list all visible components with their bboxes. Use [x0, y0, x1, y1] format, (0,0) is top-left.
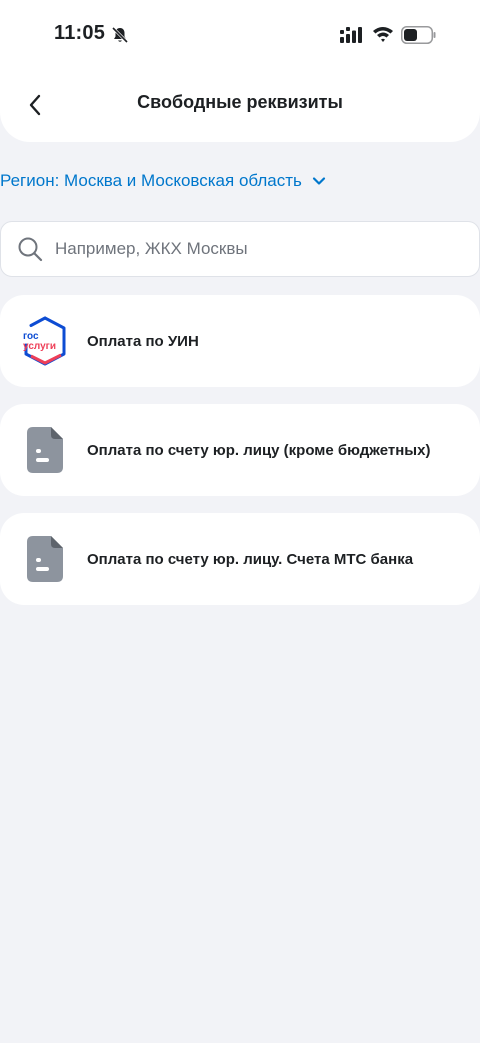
- search-input[interactable]: [55, 239, 435, 259]
- gosuslugi-logo-text-2: услуги: [23, 341, 56, 352]
- battery-icon: [401, 26, 437, 49]
- chevron-down-icon: [312, 177, 325, 185]
- list-item-legal-entity-payment[interactable]: Оплата по счету юр. лицу (кроме бюджетны…: [0, 404, 480, 496]
- header: 11:05 Свободные реквизиты: [0, 0, 480, 142]
- page-title: Свободные реквизиты: [137, 92, 343, 112]
- search-icon: [18, 237, 43, 262]
- signal-icon: [340, 27, 362, 48]
- list-item-uin-payment[interactable]: гос услуги Оплата по УИН: [0, 295, 480, 387]
- wifi-icon: [372, 25, 394, 48]
- bell-off-icon: [111, 26, 129, 49]
- list-item-label: Оплата по УИН: [87, 332, 199, 350]
- document-icon: [22, 424, 68, 476]
- status-bar: 11:05: [0, 0, 480, 70]
- region-selector[interactable]: Регион: Москва и Московская область: [0, 170, 326, 192]
- gosuslugi-logo-icon: гос услуги: [22, 315, 68, 367]
- status-time: 11:05: [54, 22, 106, 44]
- document-icon: [22, 533, 68, 585]
- search-box[interactable]: [0, 221, 480, 277]
- region-label: Регион: Москва и Московская область: [0, 171, 302, 190]
- list-item-label: Оплата по счету юр. лицу. Счета МТС банк…: [87, 550, 414, 568]
- list-item-mts-bank-payment[interactable]: Оплата по счету юр. лицу. Счета МТС банк…: [0, 513, 480, 605]
- list-item-label: Оплата по счету юр. лицу (кроме бюджетны…: [87, 441, 431, 459]
